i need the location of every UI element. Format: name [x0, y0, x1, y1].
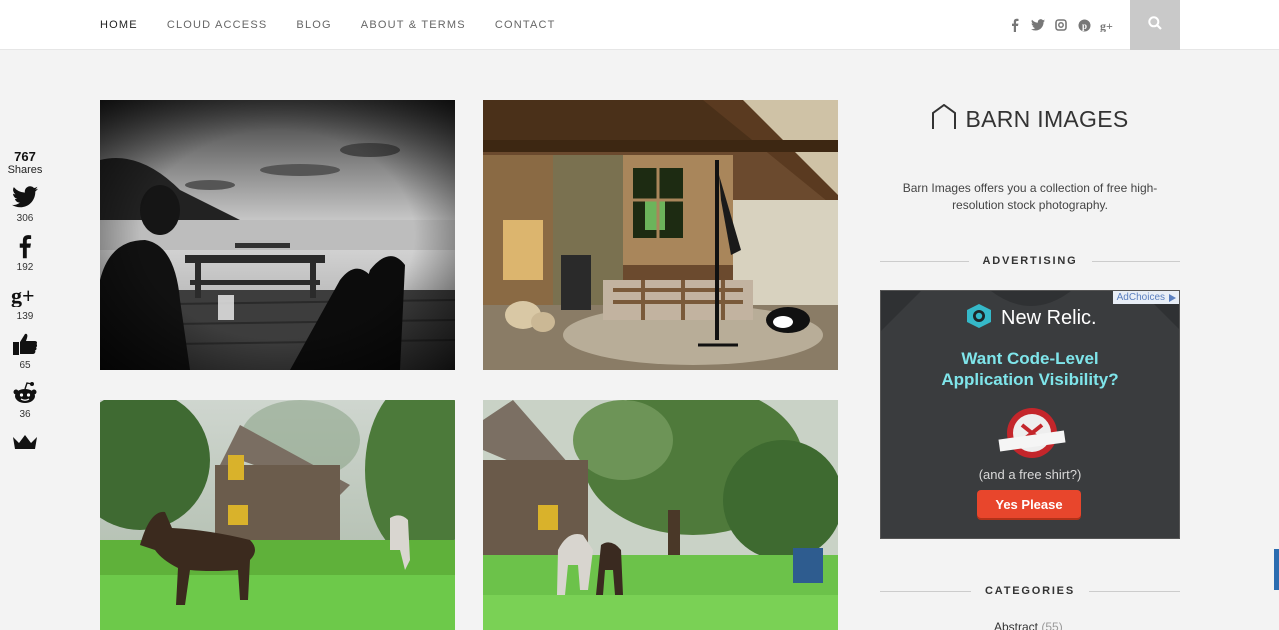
- share-sidebar: 767 Shares 306 192 g+ 139 65 36: [0, 150, 50, 455]
- categories-heading: CATEGORIES: [880, 584, 1181, 598]
- ad-badge-graphic: [997, 405, 1067, 468]
- ad-headline-line2: Application Visibility?: [941, 370, 1119, 389]
- advertising-heading: ADVERTISING: [880, 254, 1181, 268]
- nav-item-cloud-access[interactable]: CLOUD ACCESS: [167, 19, 268, 31]
- top-navigation-bar: HOME CLOUD ACCESS BLOG ABOUT & TERMS CON…: [0, 0, 1279, 50]
- facebook-icon: [0, 233, 50, 259]
- nav-item-home[interactable]: HOME: [100, 19, 138, 31]
- divider: [880, 260, 969, 262]
- twitter-icon[interactable]: [1031, 18, 1045, 32]
- advertising-heading-label: ADVERTISING: [982, 255, 1078, 267]
- like-icon: [0, 331, 50, 357]
- share-twitter[interactable]: 306: [0, 184, 50, 225]
- divider: [1091, 260, 1181, 262]
- ad-brand-logo: New Relic.: [965, 303, 1097, 334]
- ad-subtext: (and a free shirt?): [978, 467, 1082, 482]
- brand-block: BARN IMAGES: [880, 103, 1180, 135]
- share-more[interactable]: [0, 429, 50, 455]
- nav-item-contact[interactable]: CONTACT: [495, 19, 556, 31]
- google-plus-icon[interactable]: g+: [1100, 18, 1116, 32]
- ad-headline: Want Code-Level Application Visibility?: [881, 348, 1179, 390]
- categories-heading-label: CATEGORIES: [985, 585, 1075, 597]
- share-reddit[interactable]: 36: [0, 380, 50, 421]
- social-links: p g+: [1008, 0, 1116, 50]
- share-facebook[interactable]: 192: [0, 233, 50, 274]
- divider: [880, 590, 972, 592]
- beach-picnic-photo[interactable]: [100, 100, 455, 370]
- category-label[interactable]: Abstract: [994, 620, 1038, 630]
- share-count: 36: [19, 409, 31, 420]
- share-google-plus[interactable]: g+ 139: [0, 282, 50, 323]
- new-relic-logo-icon: [965, 303, 993, 334]
- category-count: (55): [1041, 620, 1063, 630]
- horses-orchard-photo[interactable]: [483, 400, 838, 630]
- google-plus-icon: g+: [0, 282, 50, 308]
- brand-description: Barn Images offers you a collection of f…: [902, 181, 1158, 212]
- svg-text:g+: g+: [11, 283, 35, 307]
- share-like[interactable]: 65: [0, 331, 50, 372]
- divider: [1088, 590, 1181, 592]
- search-icon: [1148, 15, 1162, 35]
- nav-item-about-terms[interactable]: ABOUT & TERMS: [361, 19, 466, 31]
- feedback-tab[interactable]: [1274, 549, 1279, 590]
- svg-text:g+: g+: [1100, 19, 1113, 32]
- horse-barn-photo[interactable]: [100, 400, 455, 630]
- share-count: 192: [16, 262, 34, 273]
- pinterest-icon[interactable]: p: [1077, 18, 1091, 32]
- share-total: 767: [14, 149, 36, 164]
- attic-room-photo[interactable]: [483, 100, 838, 370]
- share-total-label: Shares: [7, 164, 43, 176]
- nav-item-blog[interactable]: BLOG: [296, 19, 331, 31]
- share-count: 139: [16, 311, 34, 322]
- ad-headline-line1: Want Code-Level: [961, 349, 1099, 368]
- twitter-icon: [0, 184, 50, 210]
- advertisement-banner[interactable]: AdChoices New Relic. Want Code-Level App…: [880, 290, 1180, 539]
- search-button[interactable]: [1130, 0, 1180, 50]
- reddit-icon: [0, 380, 50, 406]
- share-count: 65: [19, 360, 31, 371]
- facebook-icon[interactable]: [1008, 18, 1022, 32]
- brand-title[interactable]: BARN IMAGES: [965, 106, 1128, 133]
- crown-icon: [0, 429, 50, 455]
- category-item-abstract[interactable]: Abstract (55): [994, 620, 1063, 630]
- instagram-icon[interactable]: [1054, 18, 1068, 32]
- share-count: 306: [16, 213, 34, 224]
- ad-brand-name: New Relic.: [1001, 307, 1097, 329]
- ad-cta-button[interactable]: Yes Please: [977, 490, 1081, 518]
- adchoices-link[interactable]: AdChoices: [1112, 291, 1179, 304]
- svg-text:p: p: [1081, 21, 1086, 31]
- main-nav: HOME CLOUD ACCESS BLOG ABOUT & TERMS CON…: [100, 0, 585, 50]
- barn-logo-icon: [931, 103, 957, 135]
